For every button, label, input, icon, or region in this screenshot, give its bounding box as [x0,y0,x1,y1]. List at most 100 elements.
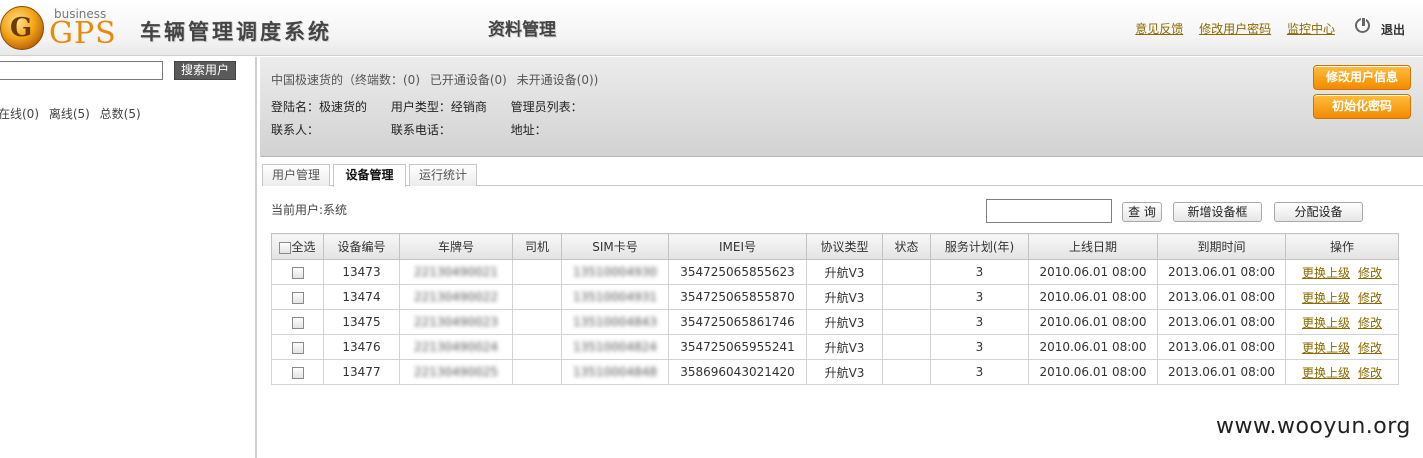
change-parent-link[interactable]: 更换上级 [1302,266,1350,280]
row-select-cell [271,259,324,285]
edit-link[interactable]: 修改 [1358,316,1382,330]
plate-cell: 22130490025 [399,359,513,385]
col-expire-date: 到期时间 [1157,233,1286,260]
tab-run-statistics[interactable]: 运行统计 [409,164,477,186]
operations-cell: 更换上级 修改 [1285,309,1399,335]
plan-cell: 3 [930,309,1029,335]
contact-person: 联系人： [271,123,320,137]
sim-cell: 13510004843 [561,309,669,335]
imei-cell: 354725065855870 [668,284,807,310]
sim-cell: 13510004848 [561,359,669,385]
protocol-cell: 升航V3 [806,259,883,285]
table-row: 13476 22130490024 13510004824 3547250659552… [271,334,1399,360]
state-cell [882,284,931,310]
user-search-input[interactable] [0,61,163,80]
online-date-cell: 2010.06.01 08:00 [1028,309,1158,335]
protocol-cell: 升航V3 [806,309,883,335]
device-id-cell: 13474 [323,284,400,310]
change-parent-link[interactable]: 更换上级 [1302,316,1350,330]
table-header-row: 全选 设备编号 车牌号 司机 SIM卡号 IMEI号 协议类型 状态 服务计划(… [271,233,1399,260]
row-select-cell [271,284,324,310]
info-row-2: 联系人： 联系电话： 地址： [271,121,547,138]
device-id-cell: 13477 [323,359,400,385]
tab-user-management[interactable]: 用户管理 [262,164,330,186]
driver-cell [512,359,562,385]
select-all-header[interactable]: 全选 [271,233,324,260]
device-id-cell: 13473 [323,259,400,285]
expire-date-cell: 2013.06.01 08:00 [1157,309,1286,335]
row-select-cell [271,359,324,385]
operations-cell: 更换上级 修改 [1285,259,1399,285]
sim-value: 13510004843 [573,315,657,329]
monitor-center-link[interactable]: 监控中心 [1287,22,1335,36]
operations-cell: 更换上级 修改 [1285,284,1399,310]
address: 地址： [510,123,547,137]
driver-cell [512,309,562,335]
col-operations: 操作 [1285,233,1399,260]
imei-cell: 354725065861746 [668,309,807,335]
plate-value: 22130490021 [414,265,498,279]
state-cell [882,334,931,360]
row-checkbox[interactable] [291,291,304,304]
expire-date-cell: 2013.06.01 08:00 [1157,259,1286,285]
operations-cell: 更换上级 修改 [1285,334,1399,360]
row-checkbox[interactable] [291,266,304,279]
edit-link[interactable]: 修改 [1358,291,1382,305]
expire-date-cell: 2013.06.01 08:00 [1157,359,1286,385]
current-user-label: 当前用户:系统 [271,203,348,217]
edit-user-info-button[interactable]: 修改用户信息 [1313,65,1411,90]
expire-date-cell: 2013.06.01 08:00 [1157,334,1286,360]
plan-cell: 3 [930,284,1029,310]
offline-count: 离线(5) [48,107,90,121]
summary-opened: 已开通设备(0) [429,73,507,87]
select-all-checkbox[interactable] [279,241,292,254]
imei-cell: 358696043021420 [668,359,807,385]
row-checkbox[interactable] [291,341,304,354]
device-query-input[interactable] [986,199,1112,223]
edit-link[interactable]: 修改 [1358,341,1382,355]
plate-cell: 22130490023 [399,309,513,335]
online-date-cell: 2010.06.01 08:00 [1028,284,1158,310]
reset-password-button[interactable]: 初始化密码 [1313,94,1411,119]
change-password-link[interactable]: 修改用户密码 [1199,22,1271,36]
driver-cell [512,259,562,285]
row-select-cell [271,334,324,360]
add-device-button[interactable]: 新增设备框 [1173,202,1262,222]
col-driver: 司机 [512,233,562,260]
search-user-button[interactable]: 搜索用户 [174,61,236,80]
user-status-summary: 在线(0) 离线(5) 总数(5) [0,105,147,122]
row-select-cell [271,309,324,335]
left-panel: 搜索用户 在线(0) 离线(5) 总数(5) [0,57,257,458]
change-parent-link[interactable]: 更换上级 [1302,341,1350,355]
power-icon[interactable] [1355,17,1370,33]
sim-cell: 13510004930 [561,259,669,285]
row-checkbox[interactable] [291,316,304,329]
sim-value: 13510004931 [573,290,657,304]
edit-link[interactable]: 修改 [1358,266,1382,280]
protocol-cell: 升航V3 [806,334,883,360]
col-imei: IMEI号 [668,233,807,260]
online-date-cell: 2010.06.01 08:00 [1028,334,1158,360]
row-checkbox[interactable] [291,366,304,379]
assign-device-button[interactable]: 分配设备 [1274,202,1363,222]
app-title: 车辆管理调度系统 [140,20,332,44]
feedback-link[interactable]: 意见反馈 [1135,22,1183,36]
change-parent-link[interactable]: 更换上级 [1302,291,1350,305]
query-button[interactable]: 查 询 [1122,202,1162,222]
sim-value: 13510004824 [573,340,657,354]
contact-phone: 联系电话： [390,123,451,137]
select-all-label: 全选 [291,240,316,254]
logout-button[interactable]: 退出 [1381,21,1405,38]
online-date-cell: 2010.06.01 08:00 [1028,359,1158,385]
header-bar: G business GPS 车辆管理调度系统 资料管理 意见反馈 修改用户密码… [0,0,1423,56]
edit-link[interactable]: 修改 [1358,366,1382,380]
main-panel: 中国极速货的（终端数：(0) 已开通设备(0) 未开通设备(0)) 登陆名：极速… [260,57,1423,458]
tab-device-management[interactable]: 设备管理 [333,164,406,187]
tab-bar: 用户管理 设备管理 运行统计 [262,164,1423,187]
device-summary: 中国极速货的（终端数：(0) 已开通设备(0) 未开通设备(0)) [271,71,604,88]
state-cell [882,259,931,285]
change-parent-link[interactable]: 更换上级 [1302,366,1350,380]
watermark: www.wooyun.org [1216,414,1411,439]
imei-cell: 354725065855623 [668,259,807,285]
device-id-cell: 13476 [323,334,400,360]
